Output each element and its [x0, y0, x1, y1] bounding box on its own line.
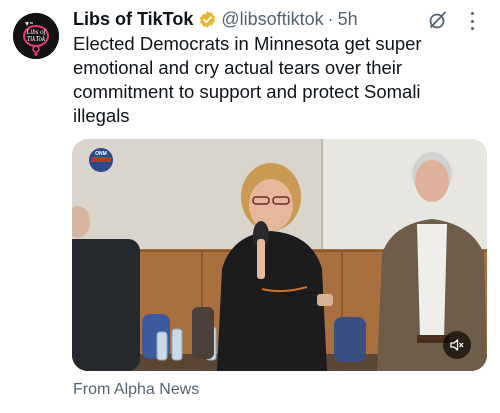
muted-speaker-icon	[450, 339, 464, 351]
more-icon[interactable]	[469, 12, 475, 30]
grok-icon[interactable]	[428, 10, 448, 30]
video-player[interactable]: ONM	[72, 139, 487, 371]
avatar[interactable]: Libs of TikTok	[13, 13, 59, 59]
tweet-body: Libs of TikTok @libsoftiktok · 5h Electe…	[73, 6, 488, 128]
display-name[interactable]: Libs of TikTok	[73, 9, 193, 30]
media-source-link[interactable]: From Alpha News	[73, 381, 199, 399]
separator-dot: ·	[327, 8, 334, 29]
video-frame: ONM	[72, 139, 487, 371]
tweet-text: Elected Democrats in Minnesota get super…	[73, 33, 422, 126]
verified-badge-icon[interactable]	[198, 10, 217, 29]
media-logo-text: ONM	[95, 151, 107, 157]
avatar-logo-line2: TikTok	[27, 35, 46, 43]
timestamp[interactable]: 5h	[338, 9, 358, 30]
tweet[interactable]: Libs of TikTok Libs of TikTok @libsoftik…	[0, 0, 500, 413]
user-handle[interactable]: @libsoftiktok	[221, 9, 323, 30]
mute-button[interactable]	[443, 331, 471, 359]
tweet-header: Libs of TikTok @libsoftiktok · 5h	[73, 6, 488, 32]
